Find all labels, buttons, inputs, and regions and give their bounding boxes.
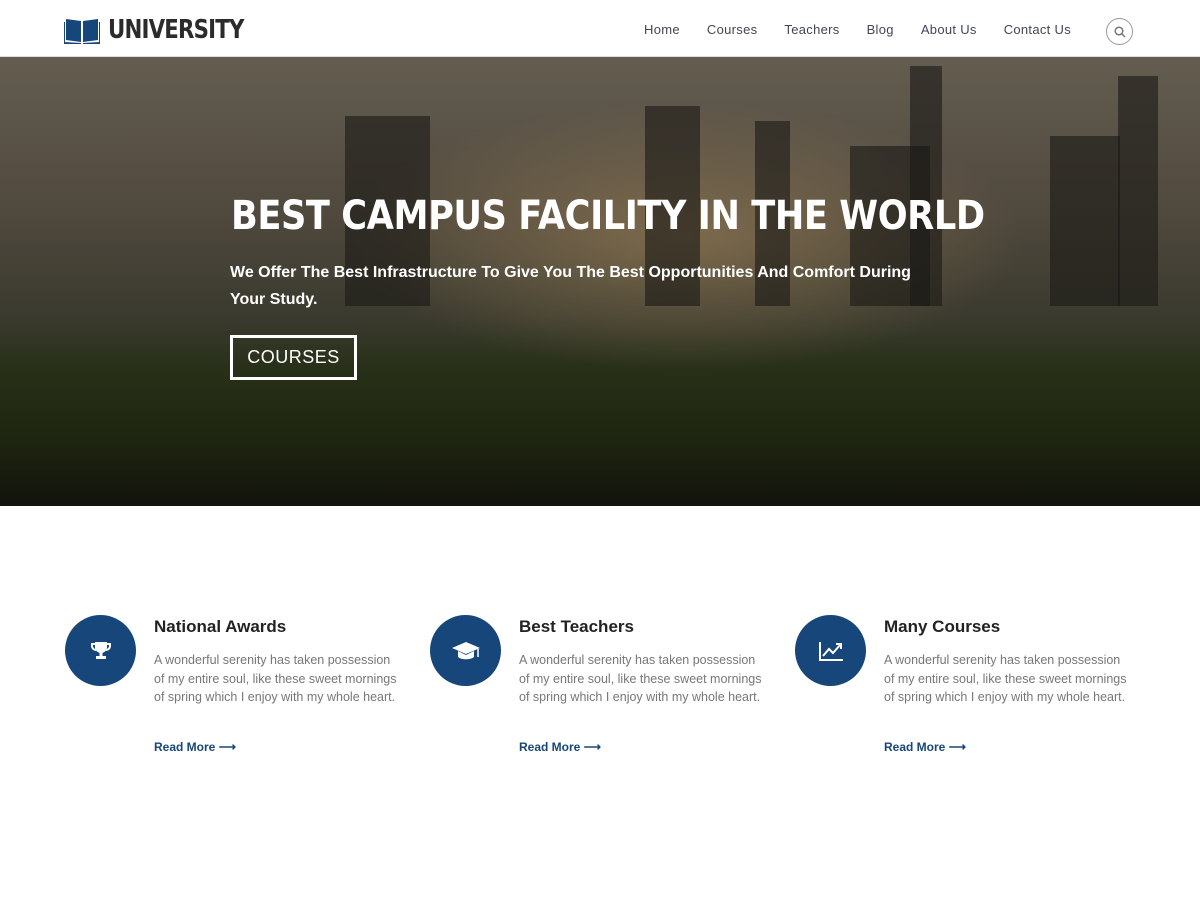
nav-blog[interactable]: Blog [867,22,894,37]
feature-icon-circle [430,615,501,686]
read-more-label: Read More [884,740,946,754]
hero-banner: BEST CAMPUS FACILITY IN THE WORLD We Off… [0,57,1200,506]
read-more-link[interactable]: Read More ⟶ [154,740,236,754]
nav-home[interactable]: Home [644,22,680,37]
hero-subtitle: We Offer The Best Infrastructure To Give… [230,264,911,308]
main-nav: Home Courses Teachers Blog About Us Cont… [644,22,1071,37]
read-more-label: Read More [154,740,216,754]
read-more-link[interactable]: Read More ⟶ [884,740,966,754]
feature-title: Many Courses [884,617,1001,636]
feature-description: A wonderful serenity has taken possessio… [154,653,397,705]
logo-text: UNIVERSITY [108,15,244,45]
arrow-right-icon: ⟶ [218,740,236,754]
trophy-icon [90,641,111,659]
feature-title: National Awards [154,617,287,636]
arrow-right-icon: ⟶ [948,740,966,754]
search-icon [1113,25,1126,38]
graduation-cap-icon [451,641,480,659]
logo[interactable]: UNIVERSITY [64,15,273,45]
hero-title: BEST CAMPUS FACILITY IN THE WORLD [231,193,985,239]
feature-description: A wonderful serenity has taken possessio… [519,653,762,705]
search-button[interactable] [1106,18,1133,45]
book-icon [64,19,100,44]
feature-icon-circle [795,615,866,686]
nav-about-us[interactable]: About Us [921,22,977,37]
courses-button[interactable]: COURSES [230,335,357,380]
nav-courses[interactable]: Courses [707,22,758,37]
feature-description: A wonderful serenity has taken possessio… [884,653,1127,705]
site-header: UNIVERSITY Home Courses Teachers Blog Ab… [0,0,1200,57]
read-more-link[interactable]: Read More ⟶ [519,740,601,754]
feature-icon-circle [65,615,136,686]
nav-contact-us[interactable]: Contact Us [1004,22,1071,37]
nav-teachers[interactable]: Teachers [784,22,839,37]
read-more-label: Read More [519,740,581,754]
chart-line-icon [818,641,843,661]
arrow-right-icon: ⟶ [583,740,601,754]
feature-title: Best Teachers [519,617,634,636]
